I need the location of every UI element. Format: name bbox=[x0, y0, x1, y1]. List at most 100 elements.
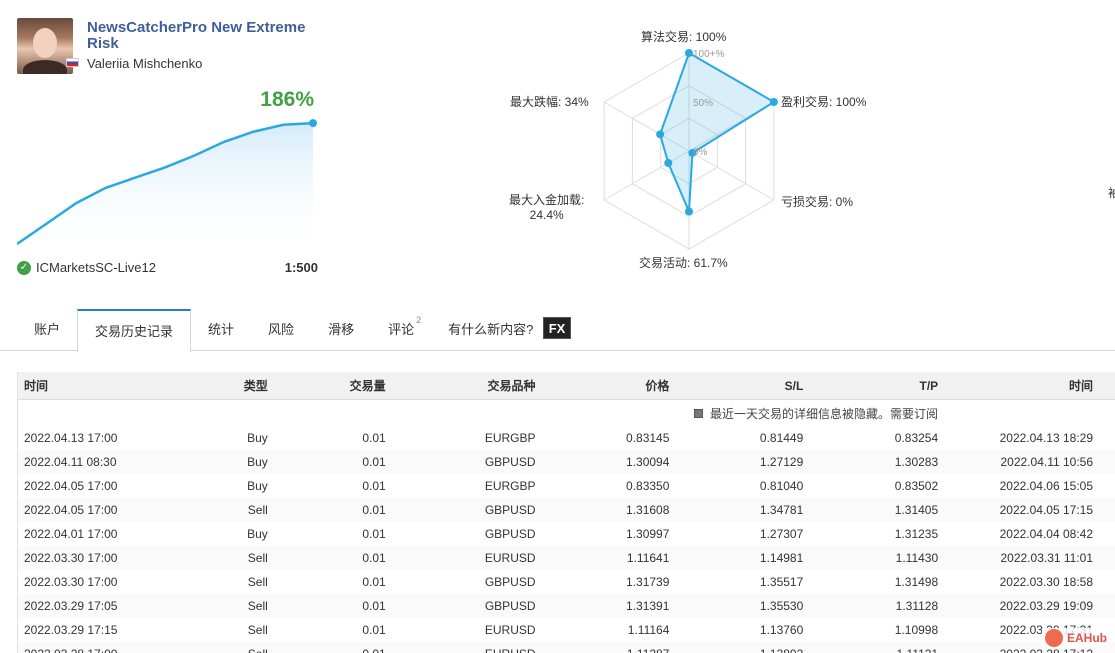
cell-price: 0.83145 bbox=[626, 431, 670, 445]
hidden-trades-notice: 最近一天交易的详细信息被隐藏。需要订阅 bbox=[18, 400, 1115, 426]
cell-time-close: 2022.04.04 08:42 bbox=[999, 527, 1094, 541]
reviews-count-badge: 2 bbox=[416, 315, 422, 325]
table-row[interactable]: 2022.04.05 17:00 Buy 0.01 EURGBP 0.83350 0.81… bbox=[18, 474, 1115, 498]
cell-volume: 0.01 bbox=[362, 551, 386, 565]
cell-time-open: 2022.04.11 08:30 bbox=[24, 455, 117, 469]
radar-label-activity: 交易活动: 61.7% bbox=[639, 256, 728, 270]
header-sl[interactable]: S/L bbox=[669, 379, 804, 393]
cell-tp: 1.31405 bbox=[894, 503, 939, 517]
tab-risks-label: 风险 bbox=[268, 322, 295, 337]
cell-symbol: GBPUSD bbox=[484, 575, 536, 589]
tab-slippage[interactable]: 滑移 bbox=[311, 309, 371, 351]
eahub-watermark: EAHub bbox=[1042, 628, 1110, 648]
radar-label-algo: 算法交易: 100% bbox=[641, 30, 727, 44]
tab-account[interactable]: 账户 bbox=[17, 309, 77, 351]
cell-sl: 1.27307 bbox=[759, 527, 804, 541]
cell-volume: 0.01 bbox=[362, 623, 386, 637]
radar-label-drawdown: 最大跌幅: 34% bbox=[510, 95, 589, 109]
avatar[interactable] bbox=[17, 18, 73, 74]
table-row[interactable]: 2022.04.11 08:30 Buy 0.01 GBPUSD 1.30094 1.27… bbox=[18, 450, 1115, 474]
tab-trade-history[interactable]: 交易历史记录 bbox=[77, 309, 192, 352]
table-row[interactable]: 2022.04.13 17:00 Buy 0.01 EURGBP 0.83145 0.81… bbox=[18, 426, 1115, 450]
cell-sl: 0.81040 bbox=[759, 479, 804, 493]
radar-chart: 100+% 50% 0% bbox=[603, 49, 778, 250]
tab-whats-new-label: 有什么新内容? bbox=[448, 322, 534, 337]
cell-sl: 1.14981 bbox=[759, 551, 804, 565]
verified-check-icon: ✓ bbox=[17, 260, 31, 275]
table-header: 时间 类型 交易量 交易品种 价格 S/L T/P 时间 bbox=[18, 372, 1115, 400]
notice-text[interactable]: 最近一天交易的详细信息被隐藏。需要订阅 bbox=[710, 405, 938, 422]
tab-risks[interactable]: 风险 bbox=[251, 309, 311, 351]
cell-type: Sell bbox=[247, 503, 268, 517]
radar-data-point bbox=[664, 158, 673, 167]
broker-info[interactable]: ✓ ICMarketsSC-Live12 bbox=[17, 260, 156, 275]
header-type[interactable]: 类型 bbox=[228, 377, 268, 394]
cell-time-open: 2022.03.29 17:15 bbox=[24, 623, 118, 637]
avatar-body bbox=[23, 60, 67, 74]
cell-type: Sell bbox=[247, 623, 268, 637]
cell-volume: 0.01 bbox=[362, 479, 386, 493]
header-tp[interactable]: T/P bbox=[803, 379, 938, 393]
tab-statistics[interactable]: 统计 bbox=[191, 309, 251, 351]
cell-tp: 1.11430 bbox=[895, 551, 939, 565]
cell-price: 1.31608 bbox=[626, 503, 670, 517]
header-volume[interactable]: 交易量 bbox=[268, 377, 386, 394]
eahub-logo-icon bbox=[1045, 629, 1063, 647]
table-row[interactable]: 2022.04.05 17:00 Sell 0.01 GBPUSD 1.31608 1.3… bbox=[18, 498, 1115, 522]
russia-flag-icon bbox=[66, 58, 79, 67]
cell-volume: 0.01 bbox=[362, 431, 386, 445]
radar-label-profit: 盈利交易: 100% bbox=[781, 95, 867, 109]
lock-icon bbox=[693, 408, 703, 418]
radar-data-area bbox=[659, 51, 776, 212]
cell-type: Buy bbox=[247, 455, 268, 469]
cell-price: 1.31739 bbox=[626, 575, 670, 589]
cell-sl: 0.81449 bbox=[759, 431, 804, 445]
signal-name[interactable]: NewsCatcherPro New Extreme Risk bbox=[87, 20, 327, 52]
table-row[interactable]: 2022.03.30 17:00 Sell 0.01 GBPUSD 1.31739 1.3… bbox=[18, 570, 1115, 594]
cell-symbol: EURUSD bbox=[386, 647, 536, 653]
cell-tp: 0.83502 bbox=[894, 479, 939, 493]
tab-reviews[interactable]: 评论 2 bbox=[371, 309, 431, 351]
cell-time-open: 2022.04.13 17:00 bbox=[24, 431, 118, 445]
cell-time-close: 2022.04.05 17:15 bbox=[999, 503, 1094, 517]
cell-tp: 0.83254 bbox=[894, 431, 939, 445]
cell-type: Sell bbox=[247, 575, 268, 589]
cell-price: 1.11164 bbox=[627, 623, 670, 637]
cell-tp: 1.31128 bbox=[895, 599, 939, 613]
cell-type: Buy bbox=[247, 527, 268, 541]
cell-time-open: 2022.03.30 17:00 bbox=[24, 551, 118, 565]
tab-whats-new[interactable]: 有什么新内容? bbox=[431, 309, 550, 351]
growth-end-point bbox=[309, 119, 317, 128]
table-row[interactable]: 2022.03.29 17:05 Sell 0.01 GBPUSD 1.31391 1.3… bbox=[18, 594, 1115, 618]
radar-scale-label: 50% bbox=[693, 98, 713, 109]
cell-price: 1.11641 bbox=[626, 551, 670, 565]
table-row[interactable]: 2022.03.28 17:00Sell0.01EURUSD1.112871.1… bbox=[18, 642, 1115, 653]
header-price[interactable]: 价格 bbox=[536, 377, 669, 394]
cell-sl: 1.27129 bbox=[759, 455, 804, 469]
cell-price: 1.30094 bbox=[626, 455, 670, 469]
cell-tp: 1.31235 bbox=[894, 527, 939, 541]
cell-symbol: GBPUSD bbox=[484, 527, 536, 541]
cell-sl: 1.34781 bbox=[759, 503, 804, 517]
growth-value: 186% bbox=[260, 88, 314, 111]
table-row[interactable]: 2022.03.29 17:15 Sell 0.01 EURUSD 1.11164 1.1… bbox=[18, 618, 1115, 642]
header-time-close[interactable]: 时间 bbox=[938, 377, 1115, 394]
cell-time-open: 2022.03.29 17:05 bbox=[24, 599, 118, 613]
eahub-text: EAHub bbox=[1067, 631, 1107, 645]
cell-symbol: GBPUSD bbox=[484, 455, 536, 469]
header-time-open[interactable]: 时间 bbox=[18, 377, 228, 394]
tab-account-label: 账户 bbox=[34, 322, 61, 337]
table-row[interactable]: 2022.03.30 17:00 Sell 0.01 EURUSD 1.11641 1.1… bbox=[18, 546, 1115, 570]
broker-server[interactable]: ICMarketsSC-Live12 bbox=[36, 260, 156, 275]
cell-type: Buy bbox=[247, 479, 268, 493]
header-symbol[interactable]: 交易品种 bbox=[386, 377, 536, 394]
author-name[interactable]: Valeriia Mishchenko bbox=[87, 56, 202, 71]
tab-bar: 账户 交易历史记录 统计 风险 滑移 评论 2 有什么新内容? bbox=[17, 309, 550, 352]
cell-symbol: EURGBP bbox=[484, 431, 536, 445]
cell-price: 0.83350 bbox=[626, 479, 670, 493]
cell-tp: 1.30283 bbox=[894, 455, 939, 469]
cell-time-close: 2022.03.30 18:58 bbox=[999, 575, 1094, 589]
cell-tp: 1.10998 bbox=[894, 623, 939, 637]
table-row[interactable]: 2022.04.01 17:00 Buy 0.01 GBPUSD 1.30997 1.27… bbox=[18, 522, 1115, 546]
cell-time-open: 2022.04.01 17:00 bbox=[24, 527, 118, 541]
